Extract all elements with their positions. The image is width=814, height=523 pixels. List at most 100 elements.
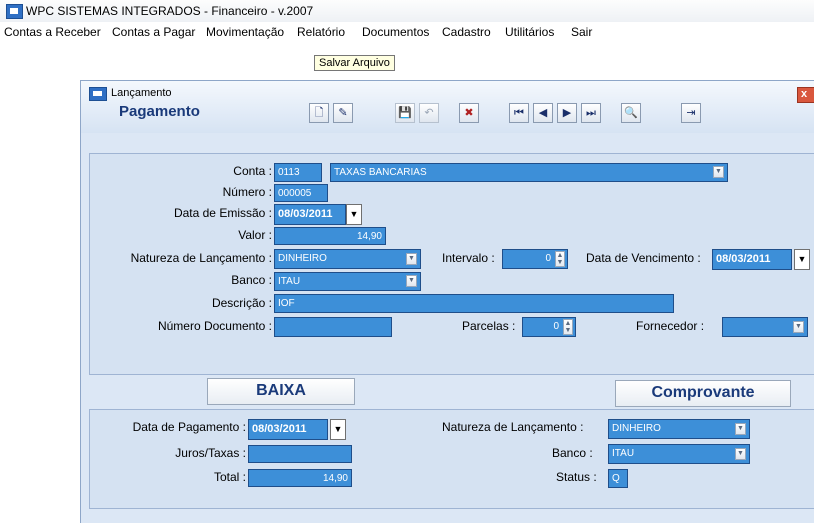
spin-up-icon: ▲ <box>556 252 564 259</box>
new-button[interactable]: 🗋 <box>309 103 329 123</box>
menu-sair[interactable]: Sair <box>571 25 592 39</box>
intervalo-field[interactable]: 0 ▲ ▼ <box>502 249 568 269</box>
baixa-panel: Data de Pagamento : 08/03/2011 ▼ Juros/T… <box>89 409 814 509</box>
juros-field[interactable] <box>248 445 352 463</box>
last-record-button[interactable]: ⏭ <box>581 103 601 123</box>
parcelas-value: 0 <box>553 321 559 332</box>
chevron-down-icon[interactable]: ▼ <box>406 275 417 287</box>
natureza-select[interactable]: DINHEIRO ▼ <box>274 249 421 269</box>
data-pagamento-label: Data de Pagamento : <box>132 420 246 434</box>
page-title: Pagamento <box>119 103 200 120</box>
chevron-down-icon: ▼ <box>333 424 343 434</box>
close-button[interactable]: x <box>797 87 814 103</box>
delete-button[interactable]: ✖ <box>459 103 479 123</box>
form-panel: Conta : 0113 TAXAS BANCARIAS ▼ Número : … <box>89 153 814 375</box>
parcelas-label: Parcelas : <box>462 319 516 333</box>
baixa-natureza-value: DINHEIRO <box>612 423 661 434</box>
undo-icon: ↶ <box>424 107 434 119</box>
total-field[interactable]: 14,90 <box>248 469 352 487</box>
spinner-icon[interactable]: ▲ ▼ <box>563 319 573 335</box>
next-record-button[interactable]: ▶ <box>557 103 577 123</box>
new-document-icon: 🗋 <box>314 107 324 119</box>
menu-movimentacao[interactable]: Movimentação <box>206 25 284 39</box>
baixa-banco-select[interactable]: ITAU ▼ <box>608 444 750 464</box>
numero-documento-label: Número Documento : <box>157 319 272 333</box>
baixa-natureza-select[interactable]: DINHEIRO ▼ <box>608 419 750 439</box>
menu-cadastro[interactable]: Cadastro <box>442 25 491 39</box>
chevron-down-icon[interactable]: ▼ <box>735 423 746 435</box>
save-button[interactable]: 💾 <box>395 103 415 123</box>
baixa-button[interactable]: BAIXA <box>207 378 355 405</box>
data-vencimento-field[interactable]: 08/03/2011 <box>712 249 792 270</box>
lancamento-window: Lançamento x Pagamento 🗋 ✎ 💾 ↶ ✖ ⏮ ◀ ▶ ⏭… <box>80 80 814 523</box>
natureza-value: DINHEIRO <box>278 253 327 264</box>
intervalo-label: Intervalo : <box>442 251 495 265</box>
edit-icon: ✎ <box>338 107 348 119</box>
chevron-down-icon[interactable]: ▼ <box>735 448 746 460</box>
total-label: Total : <box>213 470 246 484</box>
window-header: Lançamento x Pagamento 🗋 ✎ 💾 ↶ ✖ ⏮ ◀ ▶ ⏭… <box>81 81 814 133</box>
edit-button[interactable]: ✎ <box>333 103 353 123</box>
chevron-down-icon[interactable]: ▼ <box>793 321 804 333</box>
search-button[interactable]: 🔍 <box>621 103 641 123</box>
comprovante-button[interactable]: Comprovante <box>615 380 791 407</box>
delete-icon: ✖ <box>464 107 474 119</box>
valor-field[interactable]: 14,90 <box>274 227 386 245</box>
data-pagamento-field[interactable]: 08/03/2011 <box>248 419 328 440</box>
first-record-button[interactable]: ⏮ <box>509 103 529 123</box>
natureza-label: Natureza de Lançamento : <box>130 251 272 265</box>
banco-select[interactable]: ITAU ▼ <box>274 272 421 291</box>
status-field[interactable]: Q <box>608 469 628 488</box>
last-icon: ⏭ <box>586 107 596 119</box>
next-icon: ▶ <box>562 107 572 119</box>
fornecedor-select[interactable]: ▼ <box>722 317 808 337</box>
baixa-natureza-label: Natureza de Lançamento : <box>442 420 584 434</box>
exit-icon: ⇥ <box>686 107 696 119</box>
conta-name-value: TAXAS BANCARIAS <box>334 167 427 178</box>
exit-button[interactable]: ⇥ <box>681 103 701 123</box>
chevron-down-icon: ▼ <box>349 209 359 219</box>
search-icon: 🔍 <box>624 107 638 119</box>
menu-relatorio[interactable]: Relatório <box>297 25 345 39</box>
prev-icon: ◀ <box>538 107 548 119</box>
numero-label: Número : <box>222 185 272 199</box>
close-icon: x <box>801 88 808 100</box>
baixa-banco-label: Banco : <box>552 446 593 460</box>
banco-value: ITAU <box>278 276 301 287</box>
conta-label: Conta : <box>233 164 272 178</box>
baixa-banco-value: ITAU <box>612 448 635 459</box>
menu-documentos[interactable]: Documentos <box>362 25 429 39</box>
data-emissao-dropdown[interactable]: ▼ <box>346 204 362 225</box>
save-tooltip: Salvar Arquivo <box>314 55 395 71</box>
descricao-label: Descrição : <box>211 296 272 310</box>
spinner-icon[interactable]: ▲ ▼ <box>555 251 565 267</box>
menu-utilitarios[interactable]: Utilitários <box>505 25 554 39</box>
window-title: Lançamento <box>111 87 172 99</box>
data-vencimento-dropdown[interactable]: ▼ <box>794 249 810 270</box>
banco-label: Banco : <box>231 273 272 287</box>
first-icon: ⏮ <box>514 107 524 119</box>
prev-record-button[interactable]: ◀ <box>533 103 553 123</box>
parcelas-field[interactable]: 0 ▲ ▼ <box>522 317 576 337</box>
chevron-down-icon[interactable]: ▼ <box>713 166 724 178</box>
conta-code-field[interactable]: 0113 <box>274 163 322 182</box>
numero-documento-field[interactable] <box>274 317 392 337</box>
menu-contas-receber[interactable]: Contas a Receber <box>4 25 101 39</box>
menu-bar: Contas a Receber Contas a Pagar Moviment… <box>0 22 814 44</box>
juros-label: Juros/Taxas : <box>175 446 246 460</box>
status-label: Status : <box>556 470 597 484</box>
data-vencimento-label: Data de Vencimento : <box>586 251 701 265</box>
fornecedor-label: Fornecedor : <box>636 319 705 333</box>
conta-name-select[interactable]: TAXAS BANCARIAS ▼ <box>330 163 728 182</box>
numero-field[interactable]: 000005 <box>274 184 328 202</box>
descricao-field[interactable]: IOF <box>274 294 674 313</box>
menu-contas-pagar[interactable]: Contas a Pagar <box>112 25 195 39</box>
data-emissao-field[interactable]: 08/03/2011 <box>274 204 346 225</box>
data-pagamento-dropdown[interactable]: ▼ <box>330 419 346 440</box>
spin-down-icon: ▼ <box>556 259 564 266</box>
spin-up-icon: ▲ <box>564 320 572 327</box>
undo-button[interactable]: ↶ <box>419 103 439 123</box>
chevron-down-icon[interactable]: ▼ <box>406 253 417 265</box>
app-title-bar: WPC SISTEMAS INTEGRADOS - Financeiro - v… <box>0 0 814 22</box>
valor-label: Valor : <box>238 228 272 242</box>
